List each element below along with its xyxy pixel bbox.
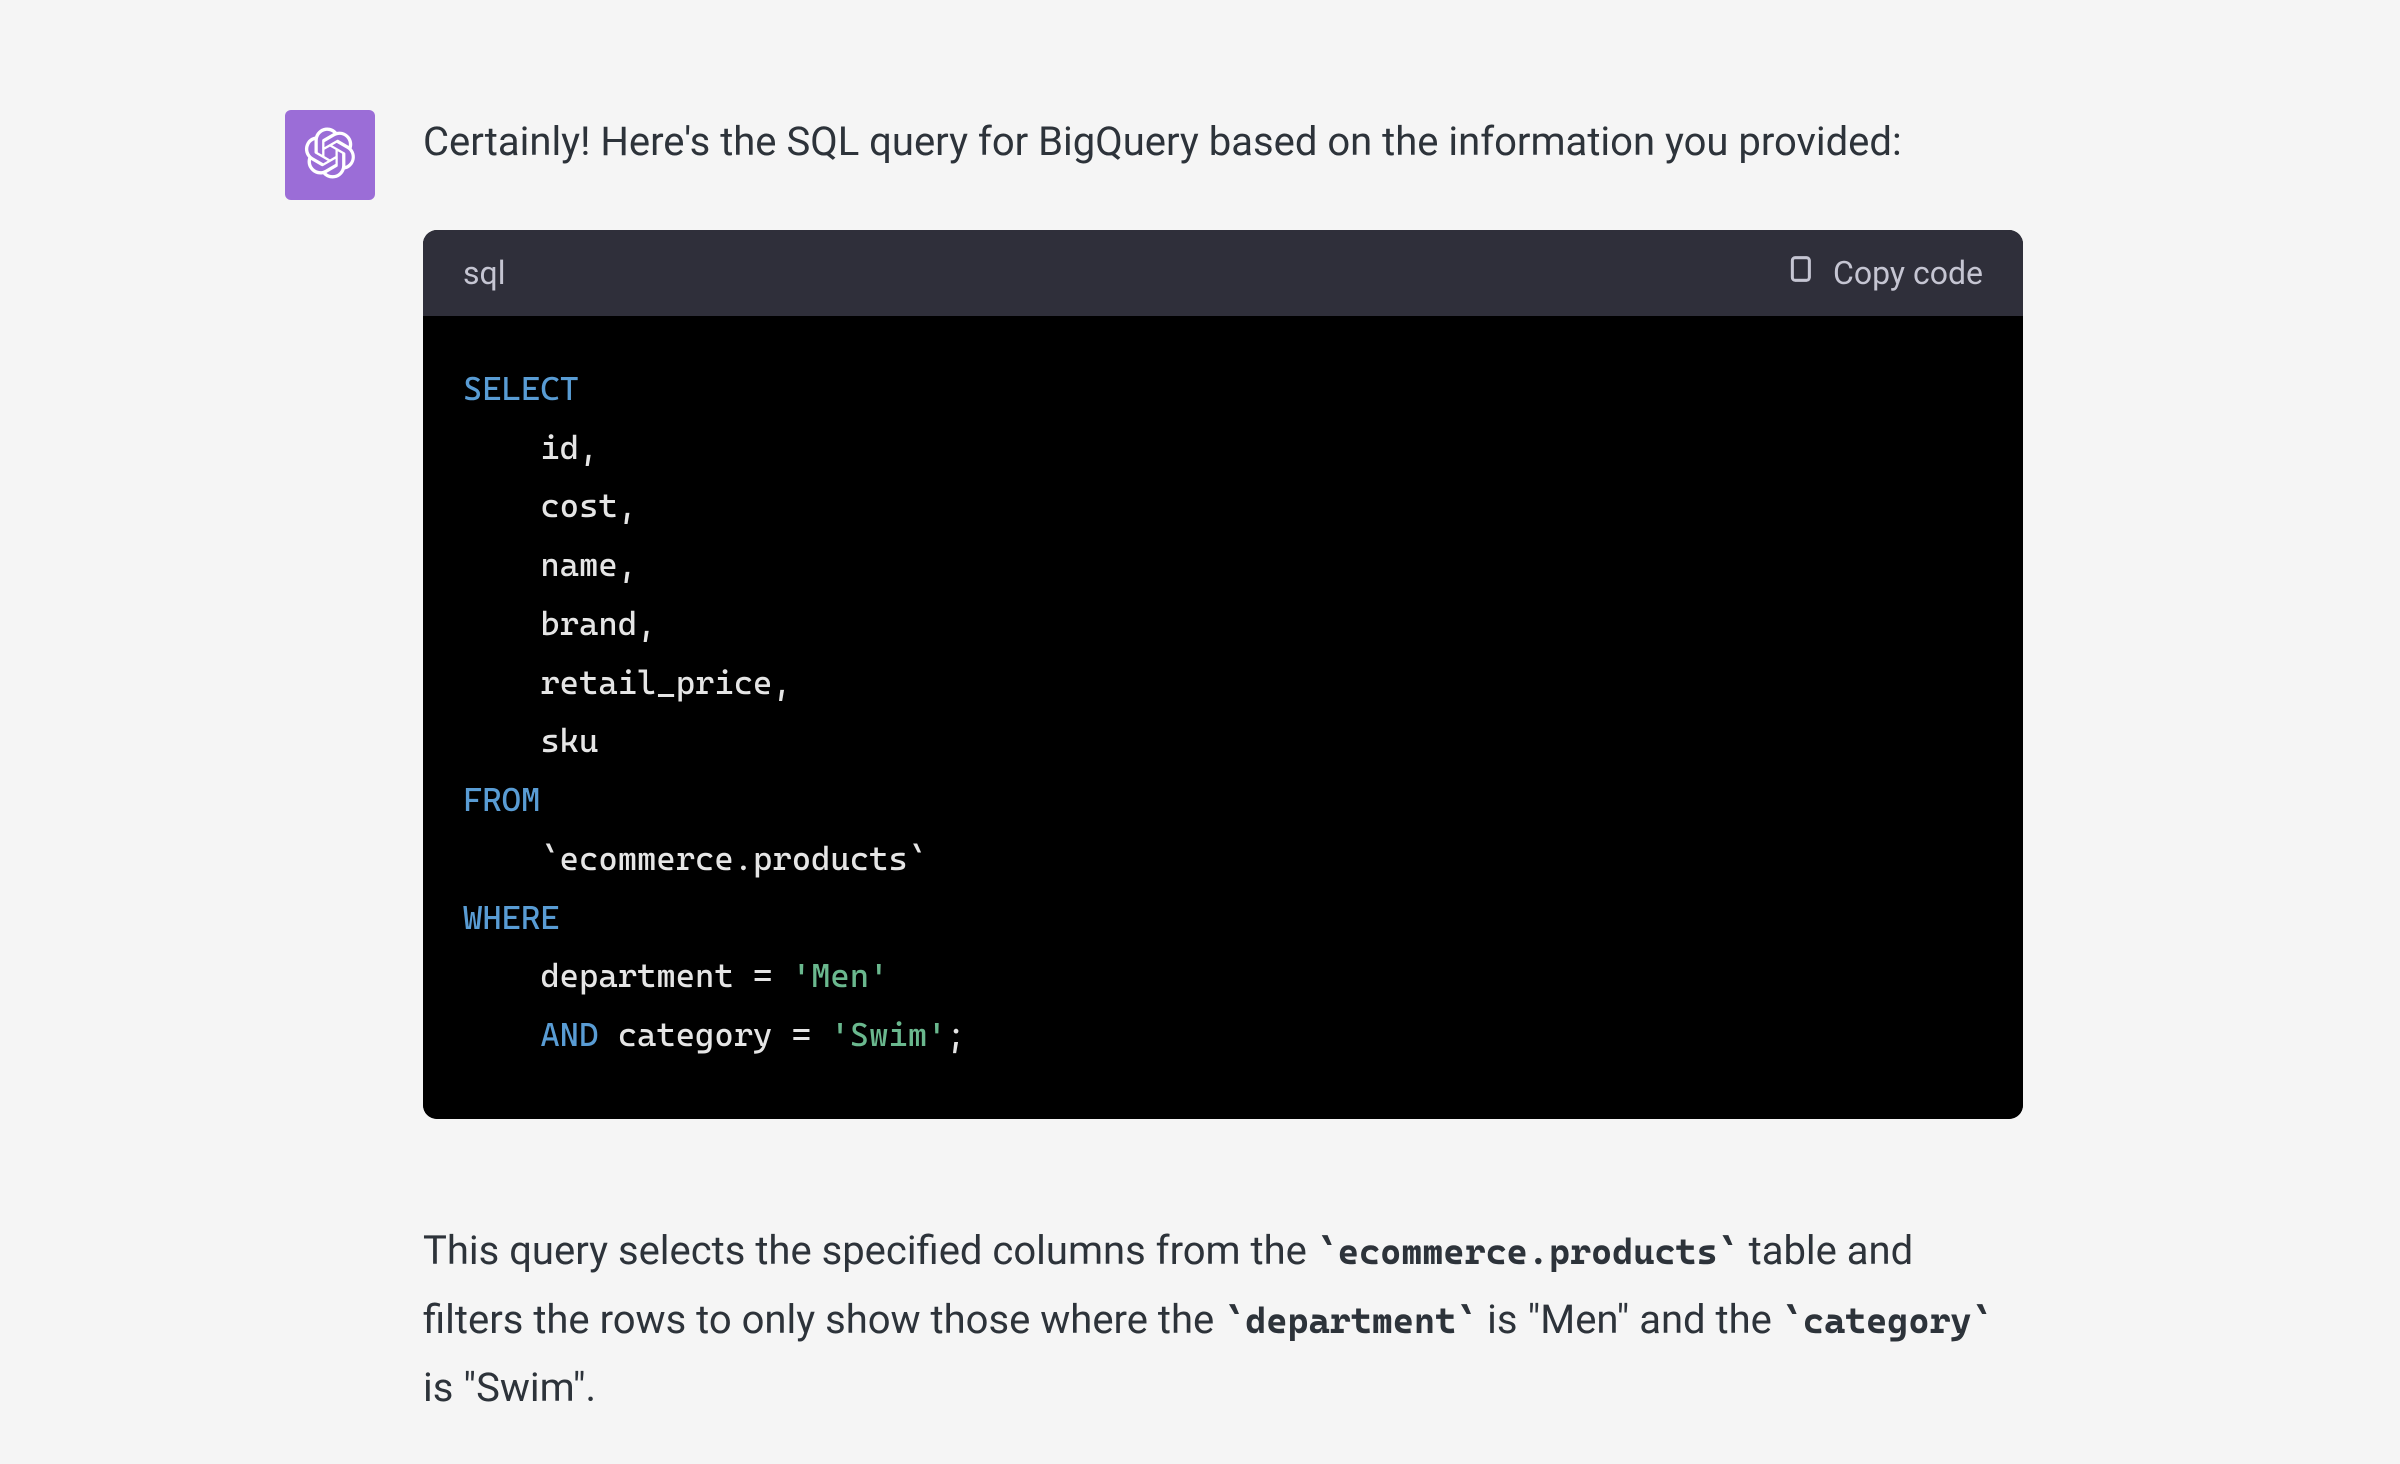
code-line: department = 'Men': [463, 947, 1983, 1006]
code-line: AND category = 'Swim';: [463, 1006, 1983, 1065]
assistant-avatar: [285, 110, 375, 200]
code-block: sql Copy code SELECT id, cost, name, bra…: [423, 230, 2023, 1119]
code-line: cost,: [463, 477, 1983, 536]
code-line: brand,: [463, 595, 1983, 654]
code-line: name,: [463, 536, 1983, 595]
code-language-label: sql: [463, 254, 505, 292]
copy-code-button[interactable]: Copy code: [1781, 252, 1983, 294]
code-line: WHERE: [463, 889, 1983, 948]
code-line: retail_price,: [463, 654, 1983, 713]
openai-logo-icon: [304, 127, 356, 183]
code-line: id,: [463, 419, 1983, 478]
assistant-message: Certainly! Here's the SQL query for BigQ…: [0, 110, 2400, 1423]
intro-text: Certainly! Here's the SQL query for BigQ…: [423, 112, 2023, 172]
code-body: SELECT id, cost, name, brand, retail_pri…: [423, 316, 2023, 1119]
code-line: FROM: [463, 771, 1983, 830]
clipboard-icon: [1781, 252, 1815, 294]
copy-code-label: Copy code: [1833, 254, 1983, 292]
message-content: Certainly! Here's the SQL query for BigQ…: [423, 110, 2023, 1423]
code-line: sku: [463, 712, 1983, 771]
explanation-text: This query selects the specified columns…: [423, 1217, 2023, 1423]
code-line: SELECT: [463, 360, 1983, 419]
code-block-header: sql Copy code: [423, 230, 2023, 316]
code-line: `ecommerce.products`: [463, 830, 1983, 889]
